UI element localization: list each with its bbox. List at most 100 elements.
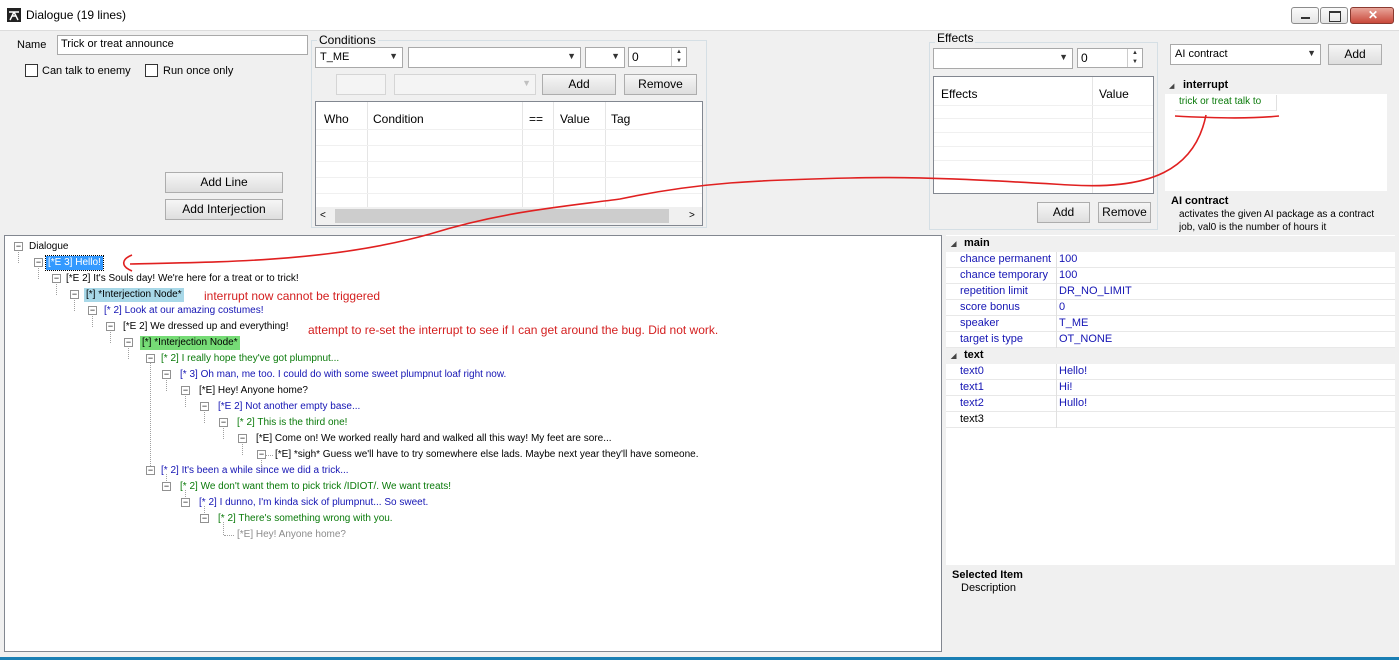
column-effect-value[interactable]: Value (1099, 87, 1129, 101)
expander-toggle[interactable]: − (219, 418, 228, 427)
property-value[interactable]: Hi! (1059, 381, 1072, 393)
tree-node[interactable]: [*E 3] Hello! (45, 255, 104, 271)
run-once-checkbox[interactable] (145, 64, 158, 77)
scroll-thumb[interactable] (335, 209, 669, 223)
condition-add-button[interactable]: Add (542, 74, 616, 95)
property-row[interactable]: text3 (946, 412, 1395, 428)
ai-add-button[interactable]: Add (1328, 44, 1382, 65)
tree-node[interactable]: [* 2] I really hope they've got plumpnut… (161, 352, 339, 366)
who-combo[interactable]: T_ME ▼ (315, 47, 403, 68)
ai-package-combo[interactable]: AI contract ▼ (1170, 44, 1321, 65)
dialogue-tree[interactable]: − − − − − − − − − − − − − − − − − − Dial… (4, 235, 942, 652)
property-row[interactable]: text0 Hello! (946, 364, 1395, 380)
operator-combo[interactable]: ▼ (585, 47, 625, 68)
collapse-triangle-icon[interactable]: ◢ (951, 240, 956, 248)
maximize-button[interactable] (1320, 7, 1348, 24)
column-tag[interactable]: Tag (611, 112, 630, 126)
property-value[interactable]: Hello! (1059, 365, 1087, 377)
close-button[interactable]: ✕ (1350, 7, 1394, 24)
condition-remove-button[interactable]: Remove (624, 74, 697, 95)
column-effects[interactable]: Effects (941, 87, 977, 101)
tree-node[interactable]: [* 2] Look at our amazing costumes! (104, 304, 264, 318)
expander-toggle[interactable]: − (124, 338, 133, 347)
column-condition[interactable]: Condition (373, 112, 424, 126)
property-row[interactable]: chance temporary 100 (946, 268, 1395, 284)
effects-number-input[interactable]: 0 ▲ ▼ (1077, 48, 1143, 68)
add-interjection-button[interactable]: Add Interjection (165, 199, 283, 220)
scroll-right-icon[interactable]: > (689, 210, 695, 221)
column-value[interactable]: Value (560, 112, 590, 126)
property-value[interactable]: T_ME (1059, 317, 1088, 329)
property-value[interactable]: Hullo! (1059, 397, 1087, 409)
name-input[interactable]: Trick or treat announce (57, 35, 308, 55)
conditions-list[interactable]: Who Condition == Value Tag < > (315, 101, 703, 226)
property-row[interactable]: repetition limit DR_NO_LIMIT (946, 284, 1395, 300)
property-value[interactable]: DR_NO_LIMIT (1059, 285, 1132, 297)
property-row[interactable]: target is type OT_NONE (946, 332, 1395, 348)
effects-list[interactable]: Effects Value (933, 76, 1154, 194)
expander-toggle[interactable]: − (200, 514, 209, 523)
expander-toggle[interactable]: − (52, 274, 61, 283)
spinner-arrows-icon[interactable]: ▲ ▼ (1127, 49, 1142, 67)
tree-node[interactable]: [*E] Hey! Anyone home? (237, 528, 346, 542)
property-row[interactable]: text1 Hi! (946, 380, 1395, 396)
property-row[interactable]: text2 Hullo! (946, 396, 1395, 412)
tree-node[interactable]: [*E 2] Not another empty base... (218, 400, 360, 414)
add-line-button[interactable]: Add Line (165, 172, 283, 193)
tree-node[interactable]: [*] *Interjection Node* (140, 336, 240, 350)
column-who[interactable]: Who (324, 112, 349, 126)
column-equals[interactable]: == (529, 112, 543, 126)
collapse-triangle-icon[interactable]: ◢ (951, 352, 956, 360)
expander-toggle[interactable]: − (88, 306, 97, 315)
tree-node[interactable]: [* 2] There's something wrong with you. (218, 512, 393, 526)
ai-list[interactable]: ◢ interrupt trick or treat talk to (1165, 78, 1387, 191)
expander-toggle[interactable]: − (162, 370, 171, 379)
tree-node[interactable]: [*E 2] It's Souls day! We're here for a … (66, 272, 299, 286)
tree-node[interactable]: [* 2] It's been a while since we did a t… (161, 464, 349, 478)
tree-root-dialogue[interactable]: Dialogue (29, 240, 68, 254)
ai-item-trick-or-treat[interactable]: trick or treat talk to (1179, 96, 1261, 107)
category-main[interactable]: ◢ main (946, 236, 1395, 252)
tree-node[interactable]: [* 3] Oh man, me too. I could do with so… (180, 368, 506, 382)
tree-node[interactable]: [*] *Interjection Node* (84, 288, 184, 302)
condition-number-input[interactable]: 0 ▲ ▼ (628, 47, 687, 67)
property-value[interactable]: 0 (1059, 301, 1065, 313)
property-value[interactable]: 100 (1059, 253, 1077, 265)
minimize-button[interactable] (1291, 7, 1319, 24)
conditions-hscrollbar[interactable]: < > (316, 207, 702, 225)
spinner-arrows-icon[interactable]: ▲ ▼ (671, 48, 686, 66)
tree-node[interactable]: [* 2] I dunno, I'm kinda sick of plumpnu… (199, 496, 428, 510)
property-grid[interactable]: ◢ main chance permanent 100 chance tempor… (946, 235, 1395, 565)
tree-node[interactable]: [* 2] This is the third one! (237, 416, 347, 430)
tree-node[interactable]: [*E] Come on! We worked really hard and … (256, 432, 612, 446)
effects-add-button[interactable]: Add (1037, 202, 1090, 223)
expander-toggle[interactable]: − (181, 498, 190, 507)
property-row[interactable]: chance permanent 100 (946, 252, 1395, 268)
expander-toggle[interactable]: − (14, 242, 23, 251)
effects-remove-button[interactable]: Remove (1098, 202, 1151, 223)
scroll-left-icon[interactable]: < (320, 210, 326, 221)
property-value[interactable]: OT_NONE (1059, 333, 1112, 345)
expander-toggle[interactable]: − (181, 386, 190, 395)
property-row[interactable]: speaker T_ME (946, 316, 1395, 332)
expander-toggle[interactable]: − (34, 258, 43, 267)
tree-node[interactable]: [*E] Hey! Anyone home? (199, 384, 308, 398)
expander-toggle[interactable]: − (106, 322, 115, 331)
property-row[interactable]: score bonus 0 (946, 300, 1395, 316)
expander-toggle[interactable]: − (238, 434, 247, 443)
expander-toggle[interactable]: − (162, 482, 171, 491)
property-value[interactable]: 100 (1059, 269, 1077, 281)
condition-combo[interactable]: ▼ (408, 47, 581, 68)
expander-toggle[interactable]: − (146, 466, 155, 475)
tree-node[interactable]: [*E 2] We dressed up and everything! (123, 320, 288, 334)
effects-combo[interactable]: ▼ (933, 48, 1073, 69)
collapse-triangle-icon[interactable]: ◢ (1169, 82, 1174, 90)
can-talk-checkbox[interactable] (25, 64, 38, 77)
expander-toggle[interactable]: − (70, 290, 79, 299)
expander-toggle[interactable]: − (200, 402, 209, 411)
expander-toggle[interactable]: − (257, 450, 266, 459)
tree-node[interactable]: [*E] *sigh* Guess we'll have to try some… (275, 448, 698, 462)
expander-toggle[interactable]: − (146, 354, 155, 363)
tree-node[interactable]: [* 2] We don't want them to pick trick /… (180, 480, 451, 494)
category-text[interactable]: ◢ text (946, 348, 1395, 364)
